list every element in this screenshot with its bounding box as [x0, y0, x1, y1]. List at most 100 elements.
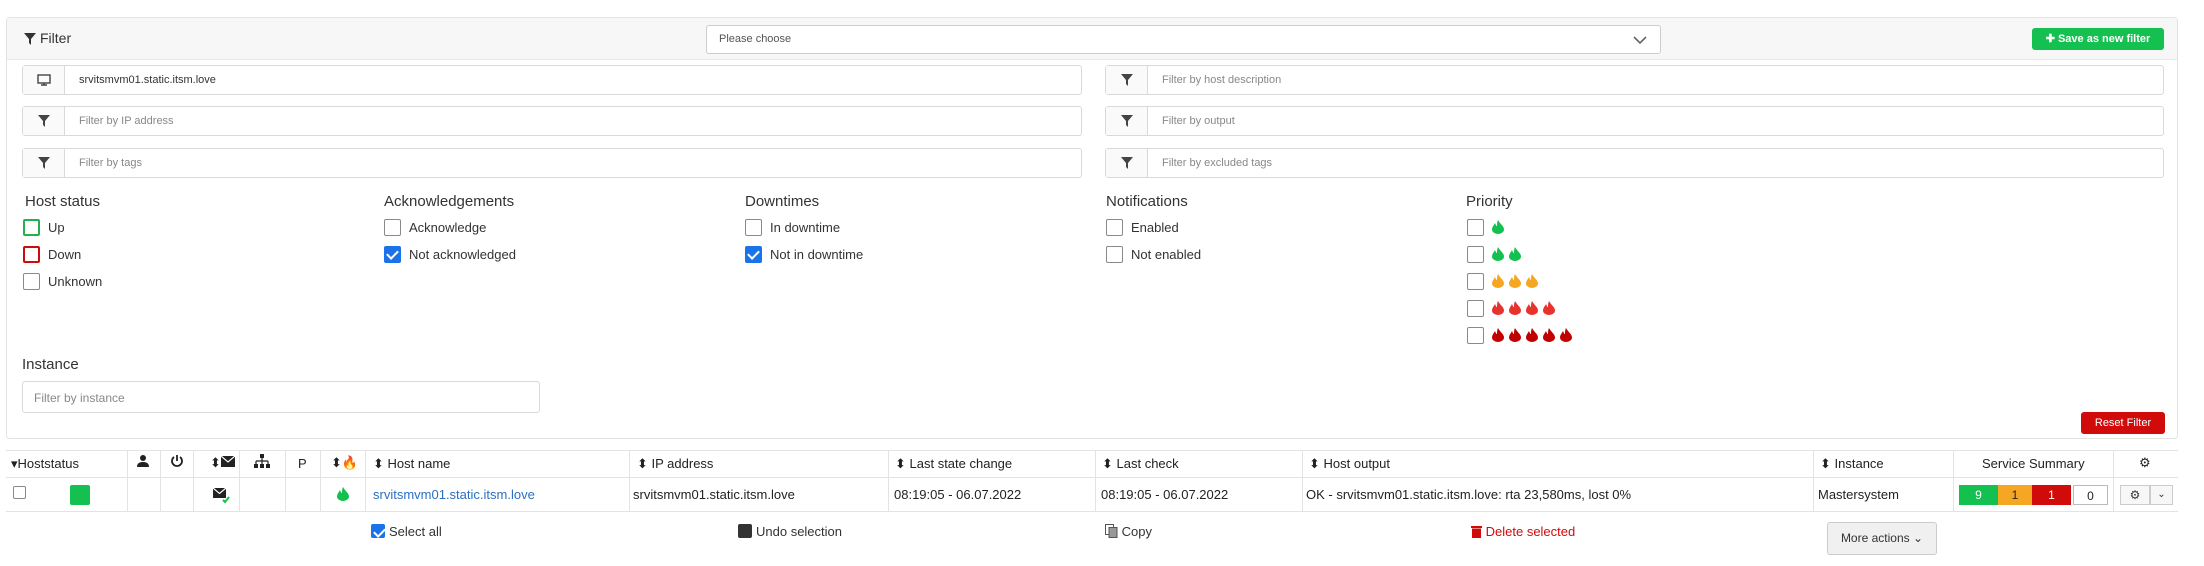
sitemap-icon — [254, 454, 270, 471]
filter-icon — [1106, 66, 1148, 94]
host-name-link[interactable]: srvitsmvm01.static.itsm.love — [373, 487, 535, 502]
column-host-output[interactable]: ⬍ Host output — [1309, 456, 1390, 472]
column-service-summary: Service Summary — [1982, 456, 2085, 471]
last-check-cell: 08:19:05 - 06.07.2022 — [1101, 487, 1229, 502]
checkbox-unknown[interactable] — [23, 273, 40, 290]
instance-title: Instance — [22, 356, 79, 373]
column-last-state-change[interactable]: ⬍ Last state change — [895, 456, 1012, 472]
filter-title: Filter — [24, 30, 71, 46]
host-status-up-badge — [70, 485, 90, 505]
summary-unknown-badge[interactable]: 0 — [2073, 485, 2108, 505]
column-hoststatus[interactable]: ▾Hoststatus — [11, 456, 79, 472]
sort-priority-icon[interactable]: ⬍🔥 — [331, 455, 358, 471]
checkbox-priority-1[interactable] — [1467, 219, 1484, 236]
notifications-title: Notifications — [1106, 193, 1188, 210]
label-not-in-downtime: Not in downtime — [770, 247, 864, 262]
excluded-tags-filter[interactable]: Filter by excluded tags — [1105, 148, 2164, 178]
checkbox-priority-5[interactable] — [1467, 327, 1484, 344]
summary-ok-badge[interactable]: 9 — [1959, 485, 1998, 505]
priority-flame-icon — [337, 487, 349, 506]
sort-icon: ⬍ — [637, 456, 652, 471]
host-description-filter[interactable]: Filter by host description — [1105, 65, 2164, 95]
priority-flames-4 — [1492, 301, 1560, 320]
sort-icon: ⬍ — [373, 456, 388, 471]
sort-envelope-icon[interactable]: ⬍ — [210, 455, 236, 471]
gear-icon[interactable]: ⚙ — [2139, 455, 2151, 471]
label-not-acknowledged: Not acknowledged — [409, 247, 516, 262]
column-ip-address[interactable]: ⬍ IP address — [637, 456, 713, 472]
label-acknowledge: Acknowledge — [409, 220, 487, 235]
row-dropdown-button[interactable]: ⌄ — [2150, 485, 2173, 505]
power-icon — [170, 454, 184, 471]
host-name-filter[interactable]: srvitsmvm01.static.itsm.love — [22, 65, 1082, 95]
reset-filter-button[interactable]: Reset Filter — [2081, 412, 2165, 434]
delete-selected-button[interactable]: Delete selected — [1471, 524, 1575, 539]
save-filter-button[interactable]: ✚ Save as new filter — [2032, 28, 2164, 50]
priority-flames-3 — [1492, 274, 1543, 293]
chevron-down-icon: ⌄ — [1912, 531, 1924, 545]
copy-button[interactable]: Copy — [1105, 524, 1152, 539]
filter-icon — [24, 33, 36, 45]
checkbox-up[interactable] — [23, 219, 40, 236]
filter-icon — [23, 107, 65, 135]
label-unknown: Unknown — [48, 274, 103, 289]
column-last-check[interactable]: ⬍ Last check — [1102, 456, 1179, 472]
checkbox-not-in-downtime[interactable] — [745, 246, 762, 263]
checkbox-down[interactable] — [23, 246, 40, 263]
priority-flames-1 — [1492, 220, 1509, 239]
acknowledged-envelope-icon — [212, 487, 231, 509]
column-instance[interactable]: ⬍ Instance — [1820, 456, 1884, 472]
checkbox-in-downtime[interactable] — [745, 219, 762, 236]
user-icon — [136, 454, 150, 471]
output-filter[interactable]: Filter by output — [1105, 106, 2164, 136]
label-in-downtime: In downtime — [770, 220, 841, 235]
sort-icon: ⬍ — [1309, 456, 1324, 471]
acknowledgements-title: Acknowledgements — [384, 193, 515, 210]
filter-icon — [1106, 107, 1148, 135]
flame-icon: 🔥 — [341, 455, 359, 470]
tags-filter[interactable]: Filter by tags — [22, 148, 1082, 178]
instance-filter-input[interactable]: Filter by instance — [22, 381, 540, 413]
host-output-cell: OK - srvitsmvm01.static.itsm.love: rta 2… — [1306, 487, 1632, 502]
sort-icon: ⬍ — [895, 456, 910, 471]
square-icon — [738, 524, 752, 538]
ip-filter[interactable]: Filter by IP address — [22, 106, 1082, 136]
label-down: Down — [48, 247, 82, 262]
last-state-change-cell: 08:19:05 - 06.07.2022 — [894, 487, 1022, 502]
downtimes-title: Downtimes — [745, 193, 820, 210]
gear-icon: ⚙ — [2129, 488, 2141, 502]
sort-icon: ⬍ — [1820, 456, 1835, 471]
label-enabled: Enabled — [1131, 220, 1179, 235]
host-status-title: Host status — [25, 193, 101, 210]
select-all-button[interactable]: Select all — [371, 524, 442, 539]
row-select-checkbox[interactable] — [13, 486, 26, 499]
priority-flames-5 — [1492, 328, 1577, 347]
instance-cell: Mastersystem — [1818, 487, 1899, 502]
filter-select[interactable]: Please choose — [706, 25, 1661, 54]
sort-icon: ⬍ — [1102, 456, 1117, 471]
column-host-name[interactable]: ⬍ Host name — [373, 456, 450, 472]
checkbox-enabled[interactable] — [1106, 219, 1123, 236]
more-actions-button[interactable]: More actions ⌄ — [1827, 522, 1937, 555]
check-square-icon — [371, 524, 385, 538]
checkbox-priority-3[interactable] — [1467, 273, 1484, 290]
label-not-enabled: Not enabled — [1131, 247, 1202, 262]
filter-icon — [23, 149, 65, 177]
checkbox-priority-2[interactable] — [1467, 246, 1484, 263]
column-passive: P — [298, 456, 307, 471]
row-gear-button[interactable]: ⚙ — [2120, 485, 2150, 505]
undo-selection-button[interactable]: Undo selection — [738, 524, 842, 539]
desktop-icon — [23, 66, 65, 94]
checkbox-acknowledge[interactable] — [384, 219, 401, 236]
checkbox-priority-4[interactable] — [1467, 300, 1484, 317]
trash-icon — [1471, 524, 1482, 539]
label-up: Up — [48, 220, 65, 235]
priority-flames-2 — [1492, 247, 1526, 266]
summary-critical-badge[interactable]: 1 — [2032, 485, 2071, 505]
filter-icon — [1106, 149, 1148, 177]
checkbox-not-enabled[interactable] — [1106, 246, 1123, 263]
summary-warning-badge[interactable]: 1 — [1998, 485, 2032, 505]
chevron-down-icon — [1633, 36, 1647, 45]
checkbox-not-acknowledged[interactable] — [384, 246, 401, 263]
ip-address-cell: srvitsmvm01.static.itsm.love — [633, 487, 795, 502]
